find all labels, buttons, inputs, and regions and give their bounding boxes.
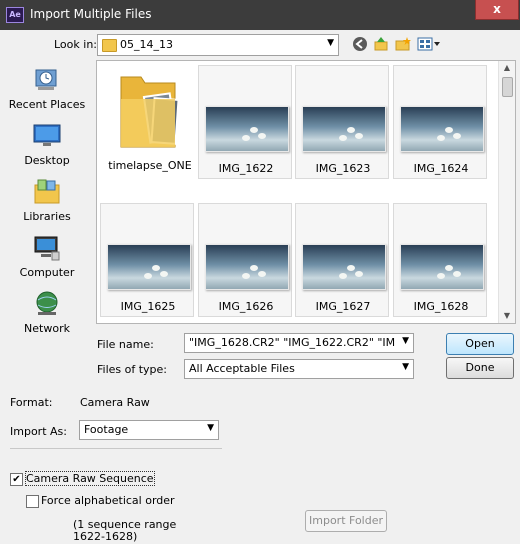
scroll-up-icon[interactable]: ▲ bbox=[499, 61, 515, 75]
file-item-folder[interactable]: timelapse_ONE bbox=[103, 63, 197, 177]
file-name: IMG_1628 bbox=[413, 300, 469, 313]
network-icon bbox=[32, 290, 62, 318]
sequence-range-line2: 1622-1628) bbox=[73, 530, 138, 543]
scroll-down-icon[interactable]: ▼ bbox=[499, 309, 515, 323]
file-name: IMG_1624 bbox=[413, 162, 469, 175]
import-as-dropdown[interactable]: Footage ▼ bbox=[79, 420, 219, 440]
file-item[interactable]: IMG_1622 bbox=[198, 65, 292, 179]
image-thumbnail bbox=[302, 244, 386, 290]
open-button[interactable]: Open bbox=[446, 333, 514, 355]
folder-icon bbox=[102, 39, 117, 52]
divider bbox=[10, 448, 222, 449]
place-computer[interactable]: Computer bbox=[6, 234, 88, 279]
up-folder-icon[interactable] bbox=[373, 36, 389, 52]
camera-raw-sequence-checkbox[interactable]: ✔ bbox=[10, 473, 23, 486]
image-thumbnail bbox=[302, 106, 386, 152]
look-in-dropdown[interactable]: 05_14_13 ▼ bbox=[97, 34, 339, 56]
places-bar: Recent Places Desktop Libraries Computer… bbox=[6, 60, 88, 340]
import-dialog: Ae Import Multiple Files x Look in: 05_1… bbox=[0, 0, 520, 544]
file-item[interactable]: IMG_1628 bbox=[393, 203, 487, 317]
new-folder-icon[interactable] bbox=[395, 36, 411, 52]
scroll-thumb[interactable] bbox=[502, 77, 513, 97]
image-thumbnail bbox=[107, 244, 191, 290]
close-button[interactable]: x bbox=[475, 0, 519, 20]
chevron-down-icon: ▼ bbox=[207, 423, 214, 433]
place-desktop[interactable]: Desktop bbox=[6, 122, 88, 167]
force-alphabetical-checkbox[interactable] bbox=[26, 495, 39, 508]
view-menu-icon[interactable] bbox=[417, 36, 441, 52]
place-label: Libraries bbox=[23, 210, 71, 223]
place-label: Network bbox=[24, 322, 70, 335]
files-of-type-label: Files of type: bbox=[97, 363, 168, 376]
back-icon[interactable] bbox=[352, 36, 368, 52]
file-item[interactable]: IMG_1627 bbox=[295, 203, 389, 317]
format-label: Format: bbox=[10, 396, 53, 409]
file-item[interactable]: IMG_1623 bbox=[295, 65, 389, 179]
file-name: IMG_1622 bbox=[218, 162, 274, 175]
libraries-icon bbox=[32, 178, 62, 206]
image-thumbnail bbox=[205, 244, 289, 290]
folder-icon bbox=[117, 69, 181, 151]
look-in-value: 05_14_13 bbox=[120, 38, 173, 51]
file-item[interactable]: IMG_1624 bbox=[393, 65, 487, 179]
image-thumbnail bbox=[205, 106, 289, 152]
import-folder-button[interactable]: Import Folder bbox=[305, 510, 387, 532]
place-recent-places[interactable]: Recent Places bbox=[6, 66, 88, 111]
files-of-type-dropdown[interactable]: All Acceptable Files ▼ bbox=[184, 359, 414, 379]
file-item[interactable]: IMG_1625 bbox=[100, 203, 194, 317]
file-item[interactable]: IMG_1626 bbox=[198, 203, 292, 317]
image-thumbnail bbox=[400, 244, 484, 290]
place-label: Computer bbox=[19, 266, 75, 279]
file-name-input[interactable]: "IMG_1628.CR2" "IMG_1622.CR2" "IMG_162 ▼ bbox=[184, 333, 414, 353]
place-network[interactable]: Network bbox=[6, 290, 88, 335]
desktop-icon bbox=[32, 122, 62, 150]
place-label: Recent Places bbox=[8, 98, 86, 111]
place-libraries[interactable]: Libraries bbox=[6, 178, 88, 223]
file-name: IMG_1626 bbox=[218, 300, 274, 313]
import-as-value: Footage bbox=[84, 423, 129, 436]
chevron-down-icon: ▼ bbox=[327, 38, 334, 48]
chevron-down-icon: ▼ bbox=[402, 362, 409, 372]
look-in-label: Look in: bbox=[54, 38, 97, 51]
file-name: IMG_1623 bbox=[315, 162, 371, 175]
window-title: Import Multiple Files bbox=[30, 7, 152, 21]
place-label: Desktop bbox=[24, 154, 70, 167]
chevron-down-icon[interactable]: ▼ bbox=[402, 336, 409, 346]
image-thumbnail bbox=[400, 106, 484, 152]
done-button[interactable]: Done bbox=[446, 357, 514, 379]
camera-raw-sequence-label[interactable]: Camera Raw Sequence bbox=[25, 471, 155, 486]
file-list[interactable]: timelapse_ONE IMG_1622 IMG_1623 IMG_1624… bbox=[96, 60, 516, 324]
computer-icon bbox=[32, 234, 62, 262]
after-effects-icon: Ae bbox=[6, 7, 24, 23]
file-name: IMG_1627 bbox=[315, 300, 371, 313]
recent-places-icon bbox=[32, 66, 62, 94]
import-as-label: Import As: bbox=[10, 425, 67, 438]
file-name-value: "IMG_1628.CR2" "IMG_1622.CR2" "IMG_162 bbox=[189, 336, 395, 349]
file-name: timelapse_ONE bbox=[108, 159, 192, 172]
format-value: Camera Raw bbox=[80, 396, 150, 409]
title-bar[interactable]: Ae Import Multiple Files x bbox=[0, 0, 520, 30]
file-name-label: File name: bbox=[97, 338, 154, 351]
vertical-scrollbar[interactable]: ▲ ▼ bbox=[498, 61, 515, 323]
force-alphabetical-label[interactable]: Force alphabetical order bbox=[41, 494, 175, 507]
file-name: IMG_1625 bbox=[120, 300, 176, 313]
files-of-type-value: All Acceptable Files bbox=[189, 362, 295, 375]
